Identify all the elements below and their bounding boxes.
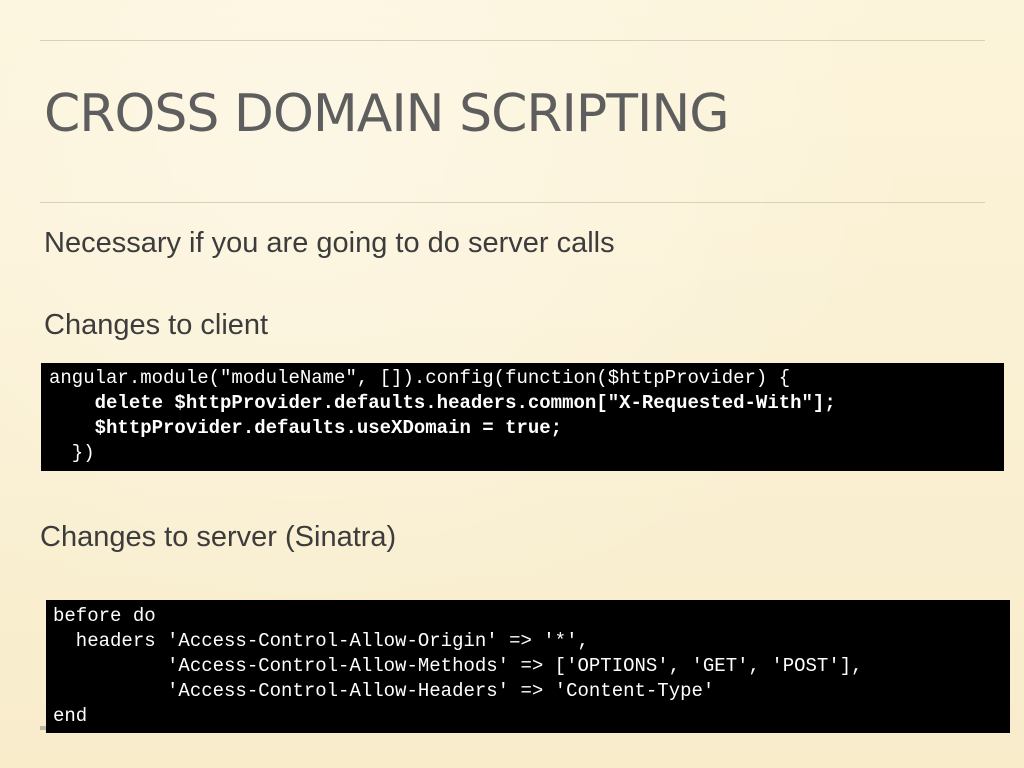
bullet-client-changes: Changes to client <box>44 309 269 341</box>
code-line: delete $httpProvider.defaults.headers.co… <box>49 392 836 414</box>
code-line: }) <box>49 442 95 464</box>
bullet-server-calls: Necessary if you are going to do server … <box>44 227 615 259</box>
title-divider <box>40 202 985 203</box>
code-line: headers 'Access-Control-Allow-Origin' =>… <box>53 630 589 652</box>
top-divider <box>40 40 985 41</box>
code-line: before do <box>53 605 156 627</box>
code-line: end <box>53 705 88 727</box>
server-code-block: before do headers 'Access-Control-Allow-… <box>46 600 1010 733</box>
bullet-server-changes: Changes to server (Sinatra) <box>40 521 397 553</box>
client-code-block: angular.module("moduleName", []).config(… <box>41 363 1004 471</box>
code-line: 'Access-Control-Allow-Headers' => 'Conte… <box>53 680 715 702</box>
slide-title: CROSS DOMAIN SCRIPTING <box>44 84 730 144</box>
slide: CROSS DOMAIN SCRIPTING Necessary if you … <box>0 0 1024 768</box>
code-line: 'Access-Control-Allow-Methods' => ['OPTI… <box>53 655 863 677</box>
code-line: $httpProvider.defaults.useXDomain = true… <box>49 417 563 439</box>
code-line: angular.module("moduleName", []).config(… <box>49 367 791 389</box>
